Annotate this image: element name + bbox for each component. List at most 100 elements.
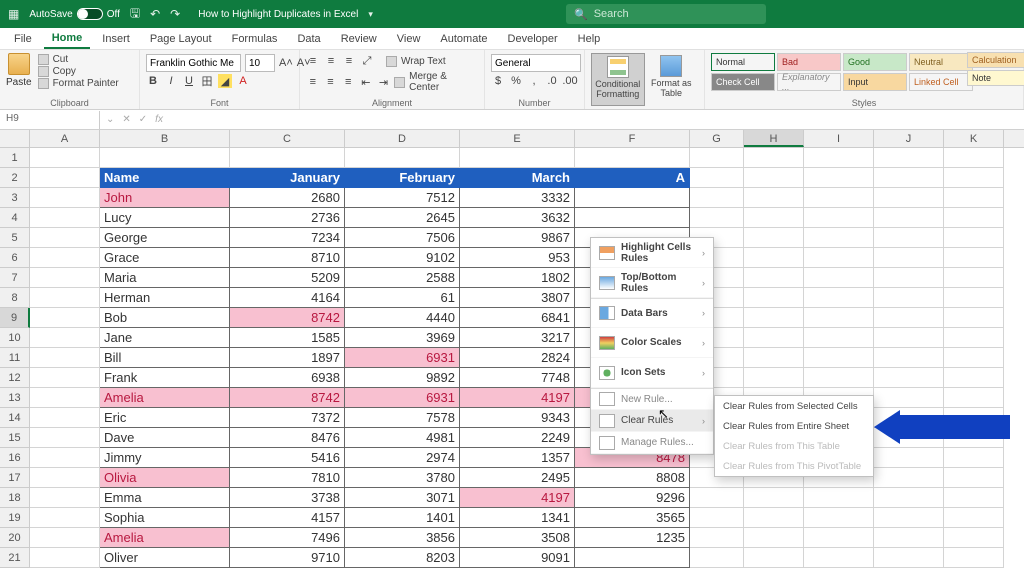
- cell[interactable]: 3217: [460, 328, 575, 348]
- cell[interactable]: [575, 208, 690, 228]
- formula-bar[interactable]: ⌄ ✕ ✓ fx: [100, 114, 169, 125]
- tab-insert[interactable]: Insert: [94, 30, 138, 48]
- cell[interactable]: [575, 148, 690, 168]
- cell[interactable]: [744, 348, 804, 368]
- cell[interactable]: [804, 308, 874, 328]
- format-painter-button[interactable]: Format Painter: [38, 78, 119, 89]
- cell[interactable]: 4164: [230, 288, 345, 308]
- row-header[interactable]: 11: [0, 348, 30, 368]
- cell[interactable]: Herman: [100, 288, 230, 308]
- cell[interactable]: 2495: [460, 468, 575, 488]
- cell[interactable]: [804, 528, 874, 548]
- cell[interactable]: 2736: [230, 208, 345, 228]
- cell[interactable]: [30, 488, 100, 508]
- tab-page-layout[interactable]: Page Layout: [142, 30, 220, 48]
- cell[interactable]: [690, 528, 744, 548]
- cell[interactable]: 8203: [345, 548, 460, 568]
- cell[interactable]: [944, 148, 1004, 168]
- cell[interactable]: 5209: [230, 268, 345, 288]
- cell[interactable]: [944, 448, 1004, 468]
- cell[interactable]: Bob: [100, 308, 230, 328]
- cell[interactable]: [874, 308, 944, 328]
- cell[interactable]: [874, 328, 944, 348]
- indent-dec-icon[interactable]: ⇤: [359, 75, 373, 89]
- row-header[interactable]: 16: [0, 448, 30, 468]
- cell[interactable]: 1401: [345, 508, 460, 528]
- currency-icon[interactable]: $: [491, 74, 505, 88]
- cell[interactable]: 953: [460, 248, 575, 268]
- style-neutral[interactable]: Neutral: [909, 53, 973, 71]
- cell[interactable]: [575, 548, 690, 568]
- cell[interactable]: 1341: [460, 508, 575, 528]
- row-header[interactable]: 2: [0, 168, 30, 188]
- row-header[interactable]: 17: [0, 468, 30, 488]
- italic-button[interactable]: I: [164, 74, 178, 88]
- font-name[interactable]: [146, 54, 241, 72]
- cell[interactable]: [30, 548, 100, 568]
- cell[interactable]: 3071: [345, 488, 460, 508]
- cell[interactable]: 9296: [575, 488, 690, 508]
- cell[interactable]: [804, 168, 874, 188]
- font-color-button[interactable]: A: [236, 74, 250, 88]
- cell[interactable]: [744, 288, 804, 308]
- col-g[interactable]: G: [690, 130, 744, 147]
- menu-color-scales[interactable]: Color Scales›: [591, 328, 713, 358]
- cell[interactable]: 3738: [230, 488, 345, 508]
- cell[interactable]: 1897: [230, 348, 345, 368]
- style-input[interactable]: Input: [843, 73, 907, 91]
- align-top-icon[interactable]: ≡: [306, 54, 320, 68]
- cell[interactable]: [30, 408, 100, 428]
- style-note[interactable]: Note: [967, 70, 1024, 86]
- font-size[interactable]: [245, 54, 275, 72]
- cell[interactable]: [874, 188, 944, 208]
- cell[interactable]: [690, 168, 744, 188]
- autosave[interactable]: AutoSave Off: [29, 8, 120, 20]
- align-bottom-icon[interactable]: ≡: [342, 54, 356, 68]
- cell[interactable]: 6938: [230, 368, 345, 388]
- cell[interactable]: [804, 228, 874, 248]
- cell[interactable]: 8742: [230, 388, 345, 408]
- cell[interactable]: [874, 468, 944, 488]
- cell[interactable]: [744, 488, 804, 508]
- format-as-table-button[interactable]: Format as Table: [645, 53, 698, 106]
- cell[interactable]: Bill: [100, 348, 230, 368]
- row-header[interactable]: 8: [0, 288, 30, 308]
- cell[interactable]: [30, 208, 100, 228]
- tab-home[interactable]: Home: [44, 29, 91, 49]
- name-box[interactable]: H9: [0, 111, 100, 129]
- cell[interactable]: Amelia: [100, 388, 230, 408]
- tab-automate[interactable]: Automate: [432, 30, 495, 48]
- cell[interactable]: George: [100, 228, 230, 248]
- cell[interactable]: A: [575, 168, 690, 188]
- col-i[interactable]: I: [804, 130, 874, 147]
- cell[interactable]: 61: [345, 288, 460, 308]
- align-middle-icon[interactable]: ≡: [324, 54, 338, 68]
- cell[interactable]: 7506: [345, 228, 460, 248]
- cell[interactable]: [744, 368, 804, 388]
- cell[interactable]: [744, 188, 804, 208]
- cell[interactable]: Lucy: [100, 208, 230, 228]
- cell[interactable]: [744, 228, 804, 248]
- inc-decimal-icon[interactable]: .0: [545, 74, 559, 88]
- cell[interactable]: Grace: [100, 248, 230, 268]
- fx-icon[interactable]: fx: [155, 114, 163, 125]
- cell[interactable]: [804, 288, 874, 308]
- cell[interactable]: 2824: [460, 348, 575, 368]
- cell[interactable]: [460, 148, 575, 168]
- chevron-down-icon[interactable]: ⌄: [106, 114, 114, 125]
- cell[interactable]: [744, 308, 804, 328]
- cell[interactable]: 6841: [460, 308, 575, 328]
- chevron-down-icon[interactable]: ▾: [368, 9, 373, 20]
- style-linked[interactable]: Linked Cell: [909, 73, 973, 91]
- cell[interactable]: [30, 268, 100, 288]
- align-right-icon[interactable]: ≡: [341, 75, 355, 89]
- cell[interactable]: [874, 228, 944, 248]
- row-header[interactable]: 18: [0, 488, 30, 508]
- cell[interactable]: [690, 508, 744, 528]
- cell[interactable]: [690, 208, 744, 228]
- cell[interactable]: Dave: [100, 428, 230, 448]
- cell[interactable]: [874, 548, 944, 568]
- cell[interactable]: [690, 188, 744, 208]
- cell[interactable]: John: [100, 188, 230, 208]
- cell[interactable]: [30, 368, 100, 388]
